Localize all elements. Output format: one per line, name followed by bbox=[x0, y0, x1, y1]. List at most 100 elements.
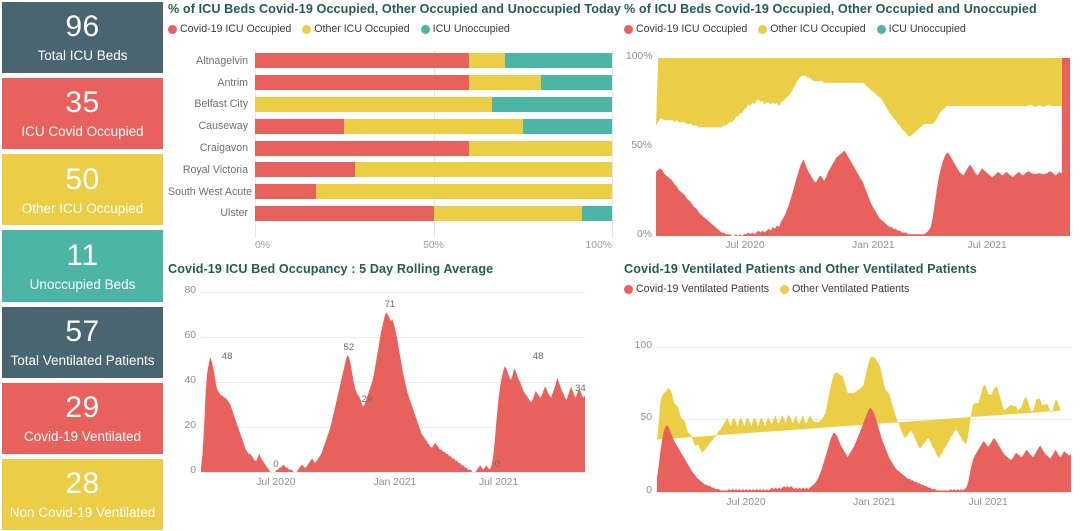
bar-track bbox=[255, 53, 612, 69]
kpi-tile[interactable]: 35 ICU Covid Occupied bbox=[2, 78, 163, 150]
area-chart bbox=[201, 312, 585, 472]
legend-label: Other ICU Occupied bbox=[314, 23, 410, 35]
y-axis-tick-label: 80 bbox=[184, 285, 196, 296]
bar-segment[interactable] bbox=[433, 205, 582, 221]
x-axis-tick-label: Jul 2021 bbox=[968, 497, 1008, 508]
bar-row[interactable]: Ulster bbox=[168, 203, 620, 225]
dashboard-root: 96 Total ICU Beds 35 ICU Covid Occupied 50 Ot… bbox=[0, 0, 1080, 531]
bar-segment[interactable] bbox=[540, 75, 612, 91]
bar-row[interactable]: Altnagelvin bbox=[168, 50, 620, 72]
bar-segment[interactable] bbox=[255, 140, 470, 156]
legend-item[interactable]: Covid-19 ICU Occupied bbox=[624, 23, 747, 35]
bar-row[interactable]: Belfast City bbox=[168, 94, 620, 116]
legend-item[interactable]: Other ICU Occupied bbox=[302, 23, 410, 35]
kpi-tile[interactable]: 29 Covid-19 Ventilated bbox=[2, 382, 163, 454]
bar-segment[interactable] bbox=[255, 75, 470, 91]
bar-segment[interactable] bbox=[581, 205, 612, 221]
kpi-tile[interactable]: 57 Total Ventilated Patients bbox=[2, 306, 163, 378]
legend-ventilated-patients: Covid-19 Ventilated Patients Other Ventil… bbox=[624, 283, 1078, 295]
legend-item[interactable]: ICU Unoccupied bbox=[876, 23, 966, 35]
legend-swatch-icon bbox=[420, 24, 430, 34]
bar-row[interactable]: South West Acute bbox=[168, 181, 620, 203]
panel-icu-rolling-average: Covid-19 ICU Bed Occupancy : 5 Day Rolli… bbox=[168, 262, 620, 530]
bar-segment[interactable] bbox=[255, 162, 355, 178]
bar-segment[interactable] bbox=[255, 96, 493, 112]
bar-category-label: Antrim bbox=[217, 76, 248, 89]
legend-item[interactable]: Other ICU Occupied bbox=[758, 23, 866, 35]
x-axis-tick-label: Jul 2020 bbox=[725, 240, 765, 251]
stacked-area-chart bbox=[657, 356, 1071, 492]
plot-icu-beds-history: 0% 50% 100% Jul 2020 Jan 2021 Jul 2021 bbox=[626, 51, 1070, 251]
bar-segment[interactable] bbox=[469, 75, 541, 91]
bar-segment[interactable] bbox=[255, 53, 470, 69]
bar-segment[interactable] bbox=[354, 162, 612, 178]
panel-ventilated-patients: Covid-19 Ventilated Patients and Other V… bbox=[624, 262, 1078, 530]
legend-label: Other ICU Occupied bbox=[770, 23, 866, 35]
legend-label: ICU Unoccupied bbox=[432, 23, 510, 35]
legend-item[interactable]: Other Ventilated Patients bbox=[780, 283, 909, 295]
y-axis-tick-label: 50 bbox=[640, 412, 652, 424]
legend-item[interactable]: Covid-19 Ventilated Patients bbox=[624, 283, 769, 295]
data-point-label: 29 bbox=[361, 393, 373, 405]
kpi-tile[interactable]: 96 Total ICU Beds bbox=[2, 2, 163, 74]
kpi-tile[interactable]: 28 Non Covid-19 Ventilated bbox=[2, 458, 163, 530]
area-series[interactable] bbox=[656, 58, 1066, 137]
x-axis-tick-label: Jul 2021 bbox=[967, 240, 1007, 251]
legend-swatch-icon bbox=[876, 24, 886, 34]
bar-row[interactable]: Royal Victoria bbox=[168, 159, 620, 181]
bar-segment[interactable] bbox=[344, 118, 523, 134]
legend-label: ICU Unoccupied bbox=[888, 23, 966, 35]
bar-row[interactable]: Craigavon bbox=[168, 137, 620, 159]
x-axis-tick-label: 0% bbox=[255, 240, 271, 251]
bar-segment[interactable] bbox=[522, 118, 612, 134]
bar-category-label: South West Acute bbox=[168, 185, 253, 198]
bar-segment[interactable] bbox=[255, 118, 345, 134]
area-series[interactable] bbox=[201, 312, 585, 472]
data-point-label: 0 bbox=[494, 459, 501, 470]
legend-swatch-icon bbox=[168, 24, 177, 34]
bar-rows: Altnagelvin Antrim Belfast City Causeway Cra… bbox=[168, 50, 620, 224]
kpi-tile[interactable]: 11 Unoccupied Beds bbox=[2, 230, 163, 302]
bar-track bbox=[255, 162, 612, 178]
data-point-label: 52 bbox=[343, 342, 355, 353]
bar-segment[interactable] bbox=[492, 96, 612, 112]
kpi-value: 50 bbox=[65, 162, 100, 196]
legend-icu-beds-today: Covid-19 ICU Occupied Other ICU Occupied I… bbox=[168, 23, 620, 35]
bar-segment[interactable] bbox=[469, 140, 612, 156]
x-axis-tick-label: Jul 2020 bbox=[256, 477, 296, 488]
bar-segment[interactable] bbox=[255, 184, 316, 200]
gridline bbox=[201, 472, 585, 473]
data-point-label: 0 bbox=[273, 459, 279, 470]
bar-category-label: Royal Victoria bbox=[182, 163, 248, 176]
legend-item[interactable]: ICU Unoccupied bbox=[420, 23, 510, 35]
bar-track bbox=[255, 205, 612, 221]
bar-segment[interactable] bbox=[504, 53, 612, 69]
bar-row[interactable]: Causeway bbox=[168, 115, 620, 137]
y-axis-tick-label: 20 bbox=[184, 420, 196, 431]
bar-row[interactable]: Antrim bbox=[168, 72, 620, 94]
y-axis-tick-label: 100% bbox=[626, 51, 653, 62]
plot-icu-beds-today: Altnagelvin Antrim Belfast City Causeway Cra… bbox=[168, 50, 620, 238]
kpi-label: ICU Covid Occupied bbox=[21, 124, 144, 140]
bar-category-label: Ulster bbox=[220, 207, 248, 220]
bar-track bbox=[255, 184, 612, 200]
legend-label: Covid-19 Ventilated Patients bbox=[636, 283, 770, 295]
x-axis-tick-label: Jan 2021 bbox=[373, 477, 417, 488]
bar-segment[interactable] bbox=[255, 205, 434, 221]
x-axis-tick-label: 100% bbox=[585, 240, 612, 251]
data-point-label: 34 bbox=[575, 382, 586, 394]
panel-title-ventilated-patients: Covid-19 Ventilated Patients and Other V… bbox=[624, 262, 977, 276]
bar-segment[interactable] bbox=[315, 184, 612, 200]
kpi-label: Covid-19 Ventilated bbox=[23, 429, 142, 445]
kpi-label: Unoccupied Beds bbox=[29, 276, 136, 292]
bar-category-label: Altnagelvin bbox=[196, 54, 248, 67]
kpi-value: 29 bbox=[65, 391, 100, 425]
kpi-tile[interactable]: 50 Other ICU Occupied bbox=[2, 154, 163, 226]
legend-item[interactable]: Covid-19 ICU Occupied bbox=[168, 23, 291, 35]
y-axis-tick-label: 0% bbox=[636, 229, 652, 240]
y-axis-tick-label: 40 bbox=[184, 375, 196, 386]
data-point-label: 48 bbox=[532, 351, 544, 362]
bar-track bbox=[255, 118, 612, 134]
bar-segment[interactable] bbox=[469, 53, 505, 69]
legend-swatch-icon bbox=[780, 284, 790, 294]
